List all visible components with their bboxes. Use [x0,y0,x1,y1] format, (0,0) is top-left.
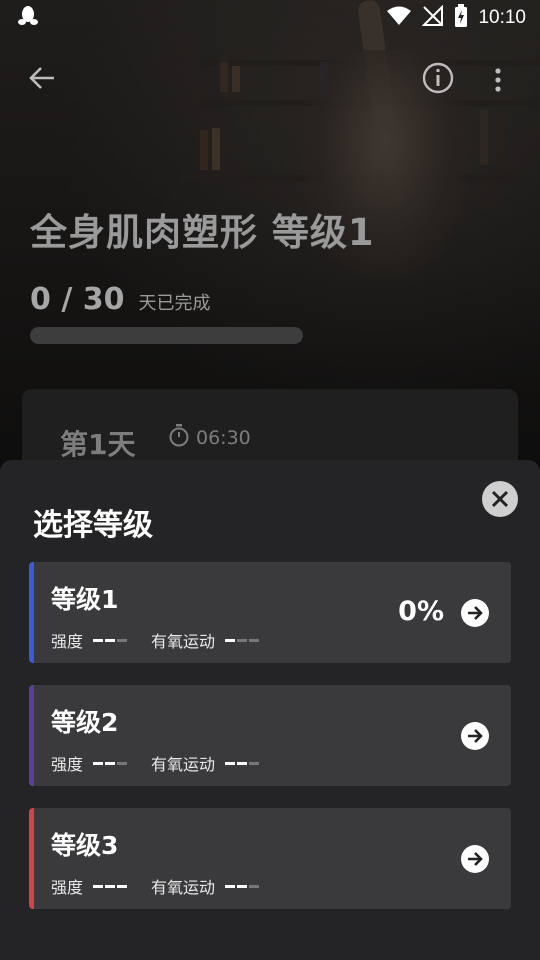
go-level-button[interactable] [461,845,489,873]
meter-segment [225,884,236,888]
intensity-meter [93,884,128,888]
close-button[interactable] [482,481,518,517]
qq-icon [18,5,38,31]
cardio-label: 有氧运动 [151,632,216,651]
intensity-label: 强度 [51,632,84,651]
level-card-1[interactable]: 等级1 强度 有氧运动 0% [29,562,511,663]
day-label: 第1天 [60,428,136,461]
level-stripe [29,562,34,663]
close-icon [482,481,518,517]
intensity-meter [93,761,128,765]
info-button[interactable] [421,60,455,96]
level-name: 等级2 [51,708,119,737]
level-stripe [29,685,34,786]
intensity-meter [93,638,128,642]
meter-segment [237,884,248,888]
more-options-button[interactable] [490,62,506,98]
level-meta: 强度 有氧运动 [51,628,260,652]
meter-segment [117,884,128,888]
info-icon [421,62,455,100]
meter-segment [105,638,116,642]
back-button[interactable] [26,60,60,96]
battery-charging-icon [454,4,468,32]
cardio-label: 有氧运动 [151,878,216,897]
wifi-icon [386,6,412,30]
meter-segment [237,638,248,642]
clock-time: 10:10 [478,7,526,28]
status-bar: 10:10 [0,0,540,36]
level-card-2[interactable]: 等级2 强度 有氧运动 [29,685,511,786]
intensity-label: 强度 [51,755,84,774]
top-bar [0,60,540,100]
select-level-sheet: 选择等级 等级1 强度 有氧运动 0% 等级2 强度 有氧运动 等级3 强度 有… [0,460,540,960]
meter-segment [249,638,260,642]
meter-segment [225,638,236,642]
cardio-meter [225,884,260,888]
meter-segment [225,761,236,765]
level-card-3[interactable]: 等级3 强度 有氧运动 [29,808,511,909]
arrow-right-icon [461,606,489,631]
no-signal-icon [422,4,444,31]
meter-segment [105,884,116,888]
stopwatch-icon [168,423,190,452]
meter-segment [93,638,104,642]
intensity-label: 强度 [51,878,84,897]
meter-segment [237,761,248,765]
go-level-button[interactable] [461,722,489,750]
level-meta: 强度 有氧运动 [51,751,260,775]
level-stripe [29,808,34,909]
meter-segment [249,884,260,888]
meter-segment [117,761,128,765]
meter-segment [93,884,104,888]
days-completed: 0 / 30 [30,282,125,317]
level-progress-percent: 0% [398,596,444,627]
meter-segment [93,761,104,765]
days-completed-label: 天已完成 [138,293,211,314]
meter-segment [117,638,128,642]
arrow-right-icon [461,852,489,877]
arrow-left-icon [26,67,60,100]
day-duration-text: 06:30 [196,426,251,449]
meter-segment [105,761,116,765]
level-name: 等级1 [51,585,119,614]
sheet-title: 选择等级 [33,508,153,543]
progress-summary: 0 / 30 天已完成 [30,282,210,317]
progress-bar [30,327,303,344]
meter-segment [249,761,260,765]
status-icons: 10:10 [386,4,526,32]
cardio-meter [225,638,260,642]
plan-title: 全身肌肉塑形 等级1 [30,211,375,254]
cardio-label: 有氧运动 [151,755,216,774]
go-level-button[interactable] [461,599,489,627]
cardio-meter [225,761,260,765]
more-vertical-icon [490,68,506,102]
day-duration: 06:30 [168,423,251,452]
level-meta: 强度 有氧运动 [51,874,260,898]
arrow-right-icon [461,729,489,754]
level-name: 等级3 [51,831,119,860]
